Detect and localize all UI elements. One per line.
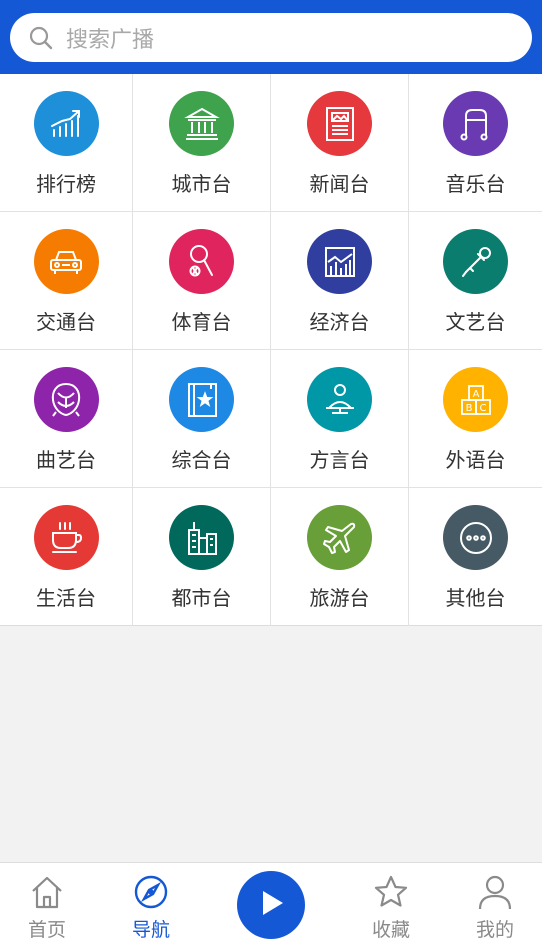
music-note-icon	[443, 91, 508, 156]
category-label: 新闻台	[309, 172, 370, 196]
search-input[interactable]: 搜索广播	[10, 13, 532, 62]
category-general[interactable]: 综合台	[133, 350, 271, 488]
category-label: 方言台	[309, 448, 370, 472]
more-dots-icon	[443, 505, 508, 570]
category-label: 文艺台	[445, 310, 506, 334]
top-bar: 搜索广播	[0, 0, 542, 74]
category-label: 其他台	[445, 586, 506, 610]
star-book-icon	[169, 367, 234, 432]
category-city[interactable]: 城市台	[133, 74, 271, 212]
category-traffic[interactable]: 交通台	[0, 212, 133, 350]
tab-home[interactable]: 首页	[2, 873, 92, 940]
tab-favorites[interactable]: 收藏	[346, 873, 436, 940]
compass-icon	[132, 873, 170, 911]
city-buildings-icon	[169, 505, 234, 570]
category-label: 综合台	[171, 448, 232, 472]
svg-text:C: C	[479, 403, 486, 414]
speaker-person-icon	[307, 367, 372, 432]
category-label: 生活台	[36, 586, 96, 610]
category-label: 都市台	[171, 586, 232, 610]
newspaper-icon	[307, 91, 372, 156]
category-travel[interactable]: 旅游台	[271, 488, 409, 626]
government-building-icon	[169, 91, 234, 156]
category-other[interactable]: 其他台	[409, 488, 542, 626]
ping-pong-icon	[169, 229, 234, 294]
economy-chart-icon	[307, 229, 372, 294]
play-button[interactable]	[237, 871, 305, 939]
category-arts[interactable]: 文艺台	[409, 212, 542, 350]
play-icon	[257, 889, 285, 921]
category-life[interactable]: 生活台	[0, 488, 133, 626]
search-placeholder: 搜索广播	[66, 27, 155, 53]
category-dialect[interactable]: 方言台	[271, 350, 409, 488]
search-icon	[28, 25, 54, 51]
category-label: 经济台	[309, 310, 370, 334]
airplane-icon	[307, 505, 372, 570]
svg-text:B: B	[465, 403, 472, 414]
coffee-cup-icon	[33, 505, 99, 570]
abc-blocks-icon: A B C	[443, 367, 508, 432]
bottom-nav: 首页 导航 收藏 我的	[0, 862, 542, 940]
category-label: 曲艺台	[36, 448, 96, 472]
category-sports[interactable]: 体育台	[133, 212, 271, 350]
category-label: 交通台	[36, 310, 96, 334]
category-label: 体育台	[171, 310, 232, 334]
category-music[interactable]: 音乐台	[409, 74, 542, 212]
category-folk-arts[interactable]: 曲艺台	[0, 350, 133, 488]
chart-up-icon	[33, 91, 99, 156]
tab-mine[interactable]: 我的	[450, 873, 540, 940]
category-ranking[interactable]: 排行榜	[0, 74, 133, 212]
tab-guide-label: 导航	[131, 919, 170, 940]
microphone-icon	[443, 229, 508, 294]
category-news[interactable]: 新闻台	[271, 74, 409, 212]
category-metro[interactable]: 都市台	[133, 488, 271, 626]
tab-guide[interactable]: 导航	[106, 873, 196, 940]
tab-home-label: 首页	[27, 919, 66, 940]
person-icon	[476, 873, 514, 911]
category-label: 外语台	[445, 448, 506, 472]
svg-text:A: A	[472, 389, 479, 400]
category-foreign-language[interactable]: A B C 外语台	[409, 350, 542, 488]
star-icon	[372, 873, 410, 911]
category-label: 城市台	[171, 172, 232, 196]
category-economy[interactable]: 经济台	[271, 212, 409, 350]
category-label: 音乐台	[445, 172, 506, 196]
opera-mask-icon	[33, 367, 99, 432]
tab-favorites-label: 收藏	[371, 919, 410, 940]
category-label: 排行榜	[36, 172, 96, 196]
home-icon	[28, 873, 66, 911]
car-icon	[33, 229, 99, 294]
tab-mine-label: 我的	[475, 919, 514, 940]
category-grid: 排行榜 城市台 新闻台 音乐台 交通台 体育台 经济台 文艺台 曲艺台 综合台 …	[0, 74, 542, 626]
category-label: 旅游台	[309, 586, 370, 610]
